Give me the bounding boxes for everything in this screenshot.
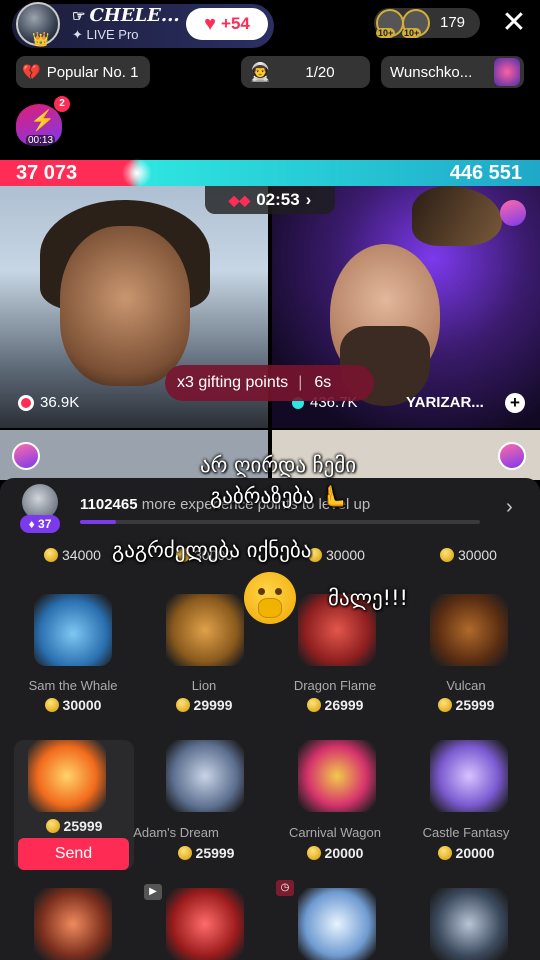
treasure-box[interactable]: ⚡ 00:13 — [16, 104, 62, 146]
coin-icon — [306, 698, 321, 712]
rocket-gift-image[interactable] — [34, 888, 112, 960]
treasure-timer: 00:13 — [26, 135, 56, 146]
video-tag-icon: ▶ — [144, 884, 162, 900]
crown-icon: 👑 — [32, 31, 50, 47]
gift-name: Sam the Whale — [28, 678, 118, 693]
viewer-count: 179 — [440, 14, 466, 31]
host-avatar[interactable]: 👑 — [16, 2, 60, 47]
hand-over-mouth-emoji-icon — [244, 572, 296, 624]
pointing-hand-icon: 🫷 — [313, 484, 347, 508]
level-badge: ♦ 37 — [20, 515, 60, 533]
wolf-gift-image[interactable] — [430, 888, 508, 960]
gift-price: 25999 — [140, 845, 272, 861]
caption-line: მალე!!! — [328, 586, 408, 610]
battle-bar-divider — [122, 158, 152, 188]
lightning-icon: ⚡ — [30, 110, 55, 132]
broken-heart-icon: 💔 — [22, 64, 41, 81]
whale-gift-image[interactable] — [34, 594, 112, 666]
rank-chip[interactable]: 👨‍🚀 1/20 — [241, 56, 370, 88]
wishlist-chip[interactable]: Wunschko... — [381, 56, 524, 88]
gift-name: Lion — [191, 678, 217, 693]
right-team-score: 446 551 — [449, 162, 522, 184]
caption-line: გაგრძელება იქნება — [112, 538, 312, 562]
caption-line: გაბრაზება 🫷 — [210, 484, 347, 508]
coin-icon — [437, 846, 452, 860]
castle-fantasy-gift-image[interactable] — [430, 740, 508, 812]
battle-timer[interactable]: ◆◆ 02:53 › — [205, 186, 335, 214]
gift-price: 29999 — [138, 697, 270, 713]
gift-price: 30000 — [7, 697, 139, 713]
coin-icon — [177, 846, 192, 860]
battle-icon: ◆◆ — [228, 191, 251, 208]
gift-price: 30000 — [440, 547, 497, 563]
astronaut-icon: 👨‍🚀 — [249, 61, 272, 82]
timer-tag-icon: ◷ — [276, 880, 294, 896]
gift-name: Carnival Wagon — [288, 825, 381, 840]
gift-badge-icon[interactable] — [498, 442, 526, 470]
gift-name: Vulcan — [446, 678, 486, 693]
lion-gift-image[interactable] — [166, 594, 244, 666]
heart-icon: ♥ — [204, 12, 217, 35]
viewer-avatar[interactable]: 10+ — [376, 9, 404, 38]
car-gift-image[interactable] — [166, 888, 244, 960]
coin-icon — [45, 819, 60, 833]
gift-price: 25999 — [400, 697, 532, 713]
team-dot-icon — [18, 394, 34, 411]
caption-line: არ ღირდა ჩემი — [200, 453, 357, 477]
adams-dream-gift-image[interactable] — [166, 740, 244, 812]
left-host-points: 36.9K — [18, 394, 79, 411]
gift-badge-icon[interactable] — [500, 200, 526, 226]
host-subtitle: ✦ LIVE Pro — [72, 27, 139, 42]
left-team-score: 37 073 — [16, 162, 78, 184]
send-button[interactable]: Send — [18, 838, 129, 870]
gift-name: Adam's Dream — [133, 825, 219, 840]
phoenix-gift-image[interactable] — [28, 740, 106, 812]
white-tiger-gift-image[interactable] — [298, 888, 376, 960]
follow-like-button[interactable]: ♥ +54 — [186, 8, 268, 40]
diamond-icon: ♦ — [28, 517, 39, 531]
host-name[interactable]: ☞ CHELE... — [72, 5, 180, 26]
coin-icon — [44, 548, 58, 562]
gift-name: Dragon Flame — [293, 678, 377, 693]
popular-rank-chip[interactable]: 💔 Popular No. 1 — [16, 56, 150, 88]
viewer-avatar[interactable]: 10+ — [402, 9, 430, 38]
gift-price: 30000 — [308, 547, 365, 563]
gift-price: 34000 — [44, 547, 101, 563]
gift-badge-icon[interactable] — [12, 442, 40, 470]
gift-name: Castle Fantasy — [422, 825, 510, 840]
coin-icon — [440, 548, 454, 562]
coin-icon — [44, 698, 59, 712]
multiplier-banner: x3 gifting points | 6s — [165, 365, 374, 401]
sparkle-icon: ✦ — [72, 27, 87, 42]
viewer-list[interactable]: 10+ 10+ 179 — [374, 8, 480, 38]
level-progress-bar — [80, 520, 480, 524]
right-host-name[interactable]: YARIZAR... — [406, 394, 484, 411]
treasure-count-badge: 2 — [54, 96, 70, 112]
close-icon[interactable]: ✕ — [498, 5, 530, 41]
coin-icon — [306, 846, 321, 860]
chevron-right-icon[interactable]: › — [506, 496, 513, 519]
gift-price: 20000 — [269, 845, 401, 861]
pointing-hand-icon: ☞ — [72, 7, 86, 25]
gift-icon — [494, 58, 520, 86]
eagle-image — [412, 186, 502, 246]
gift-price: 26999 — [269, 697, 401, 713]
coin-icon — [437, 698, 452, 712]
carnival-wagon-gift-image[interactable] — [298, 740, 376, 812]
coin-icon — [175, 698, 190, 712]
follow-plus-button[interactable]: + — [505, 393, 525, 413]
gift-price: 20000 — [400, 845, 532, 861]
chevron-right-icon: › — [305, 190, 312, 209]
vulcan-gift-image[interactable] — [430, 594, 508, 666]
